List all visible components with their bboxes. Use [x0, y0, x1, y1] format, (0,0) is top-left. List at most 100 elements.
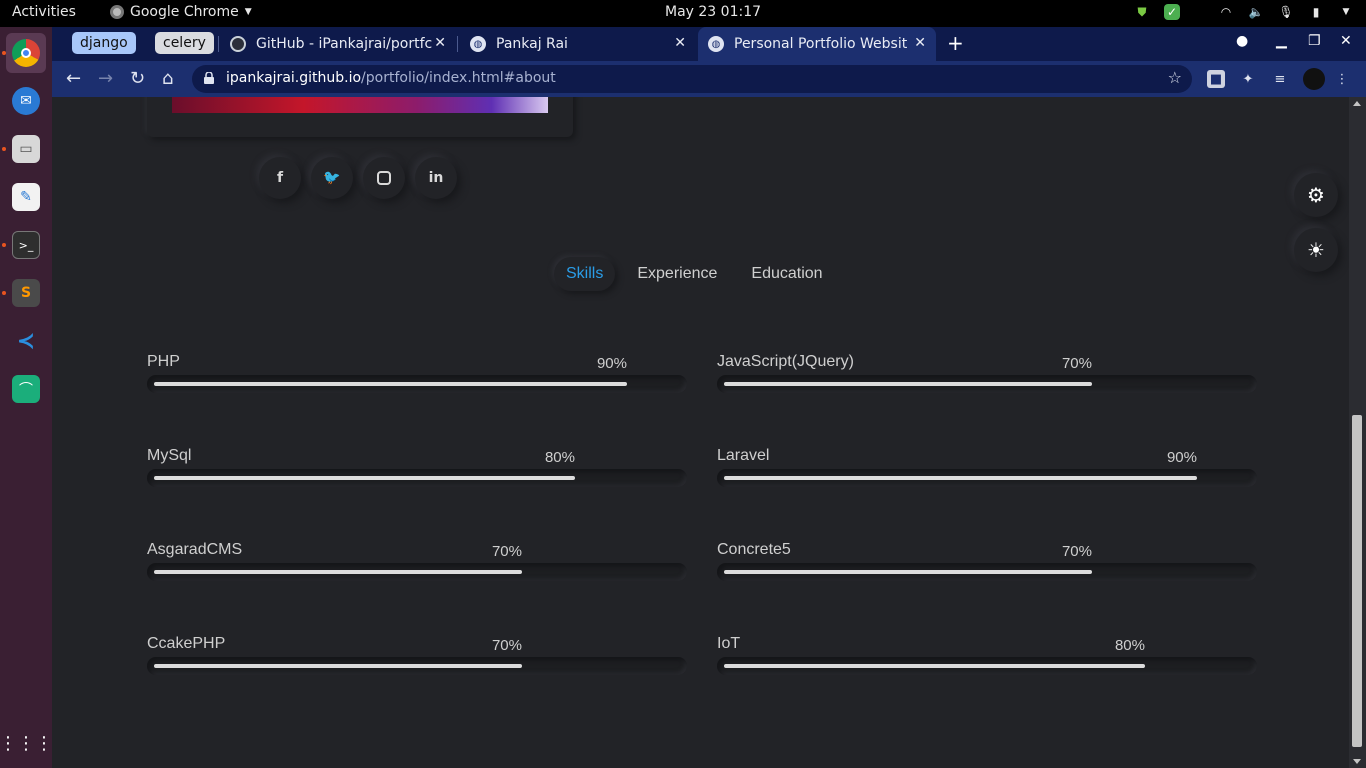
skill-percent: 70%	[1061, 355, 1092, 372]
github-icon	[230, 36, 246, 52]
linkedin-button[interactable]: in	[415, 157, 457, 199]
gear-icon: ⚙	[1307, 183, 1325, 207]
chrome-icon	[12, 39, 40, 67]
tab-portfolio[interactable]: ◍ Personal Portfolio Websit ✕	[698, 27, 936, 61]
facebook-icon: f	[276, 170, 284, 186]
chevron-down-icon: ▼	[244, 7, 252, 17]
puzzle-extensions-icon[interactable]: ✦	[1239, 70, 1257, 88]
browser-toolbar: ← → ↻ ⌂ ipankajrai.github.io/portfolio/i…	[52, 61, 1366, 97]
tab-group-celery[interactable]: celery	[155, 32, 214, 54]
globe-icon: ◍	[470, 36, 486, 52]
shield-icon[interactable]: ⛊	[1134, 4, 1150, 20]
media-control-icon[interactable]: ≡	[1271, 70, 1289, 88]
address-bar[interactable]: ipankajrai.github.io/portfolio/index.htm…	[192, 65, 1192, 93]
globe-icon: ◍	[708, 36, 724, 52]
dock-chrome[interactable]	[6, 33, 46, 73]
power-menu-icon[interactable]: ▼	[1338, 4, 1354, 20]
microphone-icon[interactable]: 🎙	[1278, 4, 1294, 20]
activities-button[interactable]: Activities	[12, 4, 76, 20]
gitkraken-icon: ⌒	[12, 375, 40, 403]
url-host: ipankajrai.github.io	[226, 70, 362, 86]
skill-percent: 70%	[1061, 543, 1092, 560]
skill-progress-fill	[724, 476, 1197, 480]
app-grid-icon: ⋮⋮⋮	[0, 732, 53, 754]
dock-sublime[interactable]: S	[6, 273, 46, 313]
scroll-up-arrow-icon[interactable]	[1353, 101, 1361, 106]
new-tab-button[interactable]: +	[947, 31, 964, 55]
twitter-button[interactable]: 🐦	[311, 157, 353, 199]
skill-progress-fill	[724, 570, 1092, 574]
page-scrollbar[interactable]	[1349, 97, 1366, 768]
system-tray[interactable]: ⛊ ✓ ◠ 🔈 🎙 ▮ ▼	[1134, 4, 1354, 20]
scroll-down-arrow-icon[interactable]	[1353, 759, 1361, 764]
dock-text-editor[interactable]: ✎	[6, 177, 46, 217]
skill-percent: 70%	[491, 637, 522, 654]
skill-progress-fill	[154, 476, 575, 480]
minimize-button[interactable]: ▁	[1276, 33, 1287, 49]
skill-item: Concrete5 70%	[717, 541, 1257, 611]
scrollbar-thumb[interactable]	[1352, 415, 1362, 747]
show-applications-button[interactable]: ⋮⋮⋮	[0, 723, 53, 763]
tab-skills[interactable]: Skills	[554, 257, 615, 291]
wifi-icon[interactable]: ◠	[1218, 4, 1234, 20]
tab-group-django[interactable]: django	[72, 32, 136, 54]
instagram-button[interactable]	[363, 157, 405, 199]
home-button[interactable]: ⌂	[162, 68, 173, 89]
tab-search-icon[interactable]: ●	[1236, 33, 1248, 49]
dock-terminal[interactable]: >_	[6, 225, 46, 265]
app-menu[interactable]: Google Chrome ▼	[110, 4, 252, 20]
skill-item: CcakePHP 70%	[147, 635, 687, 705]
skill-progress-fill	[154, 664, 522, 668]
url-path: /portfolio/index.html#about	[361, 70, 556, 86]
tab-pankaj-rai[interactable]: ◍ Pankaj Rai ✕	[460, 27, 696, 61]
back-button[interactable]: ←	[66, 68, 81, 89]
battery-icon[interactable]: ▮	[1308, 4, 1324, 20]
sublime-text-icon: S	[12, 279, 40, 307]
skill-progress-bar	[147, 469, 687, 487]
skill-name: JavaScript(JQuery)	[717, 353, 854, 370]
chrome-menu-icon[interactable]: ⋮	[1333, 70, 1351, 88]
settings-button[interactable]: ⚙	[1294, 173, 1338, 217]
folder-icon: ▭	[12, 135, 40, 163]
close-icon[interactable]: ✕	[674, 35, 686, 51]
linkedin-icon: in	[428, 170, 444, 186]
close-window-button[interactable]: ✕	[1340, 33, 1352, 49]
dock-files[interactable]: ▭	[6, 129, 46, 169]
maximize-button[interactable]: ❐	[1308, 33, 1321, 49]
skill-progress-bar	[147, 657, 687, 675]
volume-icon[interactable]: 🔈	[1248, 4, 1264, 20]
update-icon[interactable]: ✓	[1164, 4, 1180, 20]
terminal-icon: >_	[12, 231, 40, 259]
profile-image-frame	[147, 97, 573, 137]
twitter-icon: 🐦	[323, 170, 341, 186]
app-name: Google Chrome	[130, 4, 239, 20]
dock-gitkraken[interactable]: ⌒	[6, 369, 46, 409]
skill-progress-bar	[147, 563, 687, 581]
close-icon[interactable]: ✕	[914, 35, 926, 51]
skill-item: Laravel 90%	[717, 447, 1257, 517]
vscode-icon: ≺	[16, 328, 36, 354]
reload-button[interactable]: ↻	[130, 68, 145, 89]
dock-vscode[interactable]: ≺	[6, 321, 46, 361]
skill-name: Concrete5	[717, 541, 791, 558]
url-text[interactable]: ipankajrai.github.io/portfolio/index.htm…	[226, 70, 556, 86]
theme-toggle-button[interactable]: ☀	[1294, 228, 1338, 272]
extension-icon[interactable]: ■	[1207, 70, 1225, 88]
close-icon[interactable]: ✕	[434, 35, 446, 51]
profile-image	[172, 97, 548, 113]
clock[interactable]: May 23 01:17	[665, 4, 761, 20]
skill-percent: 80%	[544, 449, 575, 466]
forward-button[interactable]: →	[98, 68, 113, 89]
facebook-button[interactable]: f	[259, 157, 301, 199]
skill-name: AsgaradCMS	[147, 541, 243, 558]
skill-name: MySql	[147, 447, 192, 464]
dock-thunderbird[interactable]: ✉	[6, 81, 46, 121]
tab-title: Pankaj Rai	[496, 36, 568, 52]
tab-education[interactable]: Education	[739, 257, 834, 291]
skill-item: AsgaradCMS 70%	[147, 541, 687, 611]
skill-percent: 90%	[596, 355, 627, 372]
tab-experience[interactable]: Experience	[625, 257, 729, 291]
tab-github[interactable]: GitHub - iPankajrai/portfc ✕	[220, 27, 456, 61]
profile-avatar[interactable]	[1303, 68, 1325, 90]
bookmark-star-icon[interactable]: ☆	[1168, 68, 1182, 87]
